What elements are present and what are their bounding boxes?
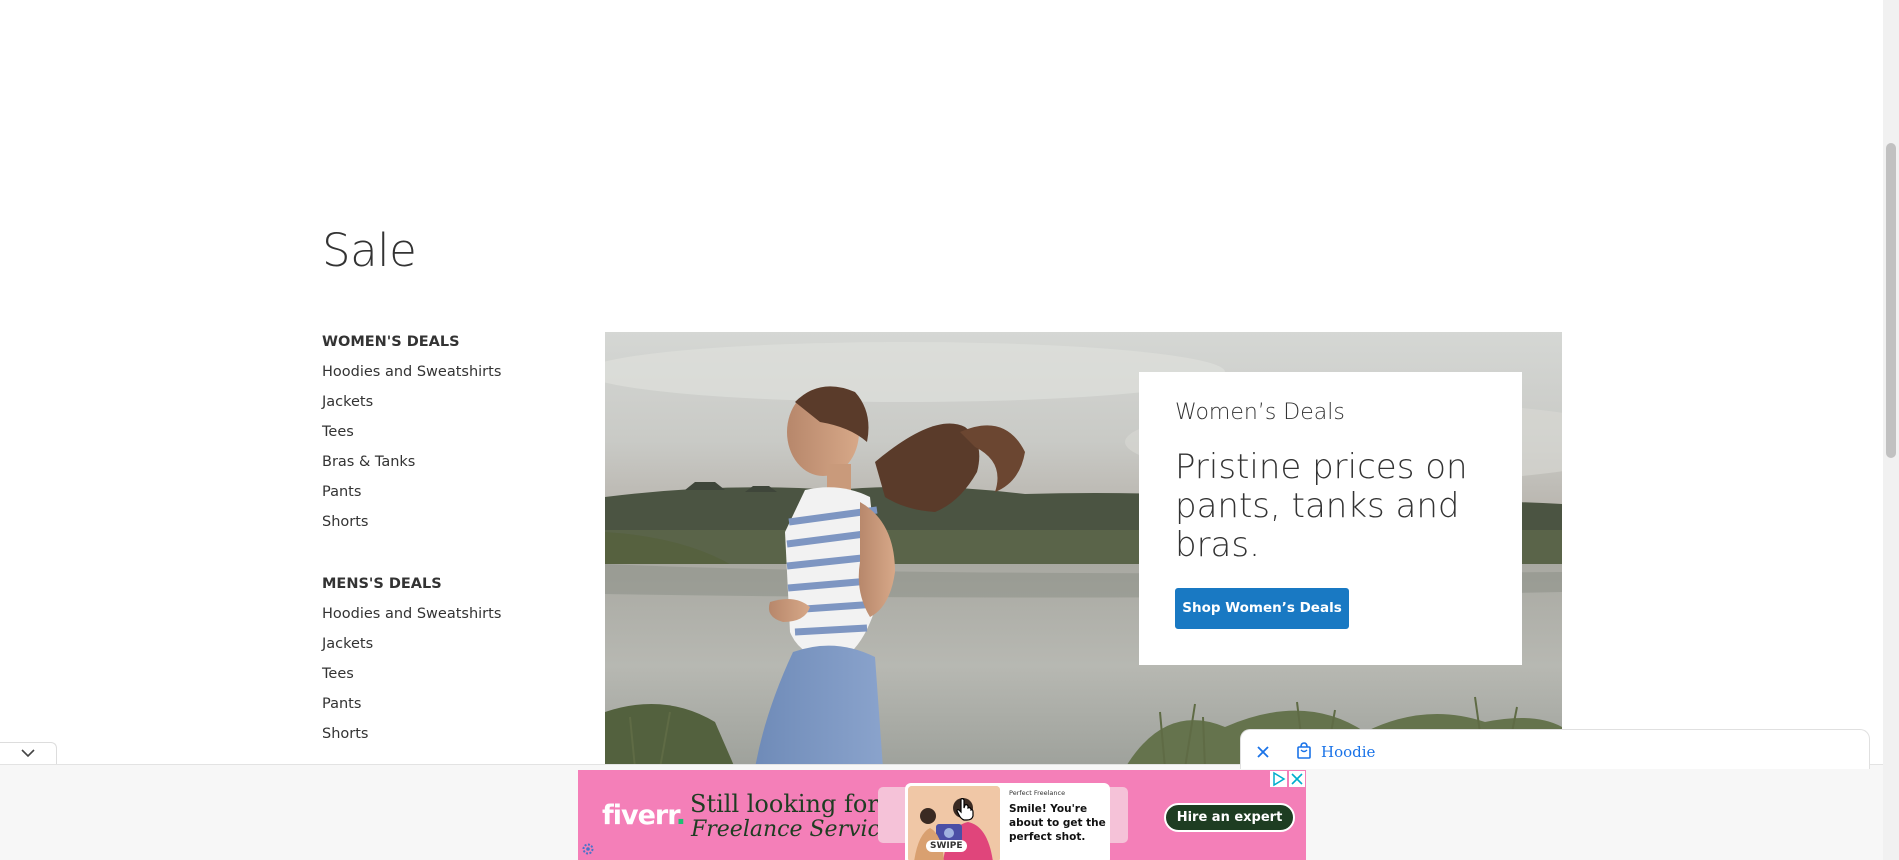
card-headline: Pristine prices on pants, tanks and bras… bbox=[1175, 447, 1468, 565]
chevron-down-icon bbox=[21, 749, 35, 758]
vertical-scrollbar[interactable] bbox=[1883, 0, 1899, 860]
ad-card: SWIPE Perfect Freelance Smile! You're ab… bbox=[905, 783, 1110, 860]
womens-deals-heading: WOMEN'S DEALS bbox=[322, 334, 460, 350]
sidebar-link-women-jackets[interactable]: Jackets bbox=[322, 392, 562, 422]
sidebar-link-men-jackets[interactable]: Jackets bbox=[322, 634, 562, 664]
fiverr-logo: fiverr. bbox=[602, 800, 686, 831]
hire-an-expert-button[interactable]: Hire an expert bbox=[1164, 803, 1295, 832]
sidebar-link-women-tees[interactable]: Tees bbox=[322, 422, 562, 452]
hand-cursor-icon bbox=[956, 798, 974, 821]
scrollbar-thumb[interactable] bbox=[1886, 143, 1896, 458]
fiverr-logo-text: fiverr bbox=[602, 800, 677, 831]
sidebar-link-women-bras-tanks[interactable]: Bras & Tanks bbox=[322, 452, 562, 482]
sidebar-link-men-pants[interactable]: Pants bbox=[322, 694, 562, 724]
shop-womens-deals-button[interactable]: Shop Women’s Deals bbox=[1175, 588, 1349, 629]
collapse-tab[interactable] bbox=[0, 742, 57, 764]
ad-close-icon[interactable] bbox=[1289, 771, 1305, 787]
sidebar-link-men-tees[interactable]: Tees bbox=[322, 664, 562, 694]
shopping-bag-icon bbox=[1297, 742, 1311, 759]
page-title: Sale bbox=[322, 224, 417, 277]
ad-card-text: Smile! You're about to get the perfect s… bbox=[1009, 803, 1106, 843]
page: Sale WOMEN'S DEALS Hoodies and Sweatshir… bbox=[0, 0, 1883, 860]
sale-sidebar: WOMEN'S DEALS Hoodies and Sweatshirts Ja… bbox=[322, 332, 562, 786]
fiverr-ad-banner[interactable]: fiverr. Still looking for Freelance Serv… bbox=[578, 770, 1306, 860]
close-icon[interactable] bbox=[1255, 744, 1271, 760]
sidebar-link-men-hoodies[interactable]: Hoodies and Sweatshirts bbox=[322, 604, 562, 634]
search-suggestion-widget: Hoodie bbox=[1240, 729, 1870, 769]
ad-settings-icon[interactable] bbox=[581, 842, 595, 856]
ad-card-tag: Perfect Freelance bbox=[1009, 789, 1066, 797]
sidebar-link-women-hoodies[interactable]: Hoodies and Sweatshirts bbox=[322, 362, 562, 392]
hoodie-suggestion-link[interactable]: Hoodie bbox=[1321, 743, 1375, 761]
ad-card-stack: SWIPE Perfect Freelance Smile! You're ab… bbox=[878, 783, 1128, 860]
sidebar-link-women-shorts[interactable]: Shorts bbox=[322, 512, 562, 542]
mens-deals-heading: MENS'S DEALS bbox=[322, 576, 442, 592]
swipe-label: SWIPE bbox=[926, 840, 967, 852]
adchoices-icon[interactable] bbox=[1270, 771, 1287, 787]
ad-headline-line1: Still looking for bbox=[690, 790, 879, 818]
fiverr-logo-dot: . bbox=[675, 800, 686, 831]
card-kicker: Women’s Deals bbox=[1175, 400, 1345, 425]
mens-deals-group: MENS'S DEALS Hoodies and Sweatshirts Jac… bbox=[322, 574, 562, 754]
ad-card-image: SWIPE bbox=[908, 786, 1000, 860]
womens-deals-card: Women’s Deals Pristine prices on pants, … bbox=[1139, 372, 1522, 665]
womens-deals-group: WOMEN'S DEALS Hoodies and Sweatshirts Ja… bbox=[322, 332, 562, 542]
sidebar-link-men-shorts[interactable]: Shorts bbox=[322, 724, 562, 754]
sidebar-link-women-pants[interactable]: Pants bbox=[322, 482, 562, 512]
